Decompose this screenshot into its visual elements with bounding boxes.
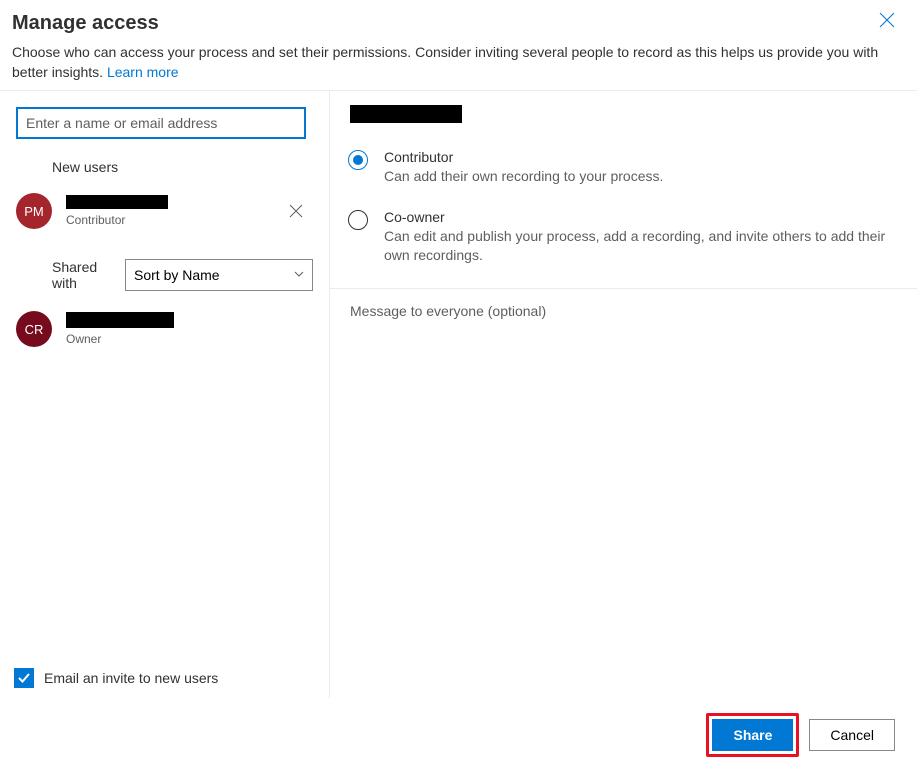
user-name-redacted <box>66 195 168 209</box>
shared-with-row: Shared with Sort by Name <box>52 259 313 291</box>
avatar: PM <box>16 193 52 229</box>
dialog-header: Manage access Choose who can access your… <box>0 0 917 90</box>
role-desc: Can edit and publish your process, add a… <box>384 227 899 266</box>
user-role: Contributor <box>66 213 289 227</box>
shared-user-row: CR Owner <box>16 305 313 353</box>
role-title: Contributor <box>384 149 663 165</box>
user-search-input[interactable] <box>16 107 306 139</box>
user-name-redacted <box>66 312 174 328</box>
close-icon[interactable] <box>879 12 895 28</box>
user-info: Owner <box>66 312 313 346</box>
remove-user-icon[interactable] <box>289 204 303 218</box>
left-panel: New users PM Contributor Shared with Sor… <box>0 91 330 698</box>
share-button-highlight: Share <box>706 713 799 757</box>
role-title: Co-owner <box>384 209 899 225</box>
shared-with-label: Shared with <box>52 259 115 291</box>
new-user-row: PM Contributor <box>16 187 313 235</box>
share-button[interactable]: Share <box>712 719 793 751</box>
role-option-contributor[interactable]: Contributor Can add their own recording … <box>348 149 899 187</box>
email-invite-checkbox[interactable] <box>14 668 34 688</box>
message-label[interactable]: Message to everyone (optional) <box>350 303 899 319</box>
radio-contributor[interactable] <box>348 150 368 170</box>
dialog-content: New users PM Contributor Shared with Sor… <box>0 90 917 698</box>
dialog-description: Choose who can access your process and s… <box>12 43 901 82</box>
new-users-label: New users <box>52 159 313 175</box>
right-panel: Contributor Can add their own recording … <box>330 91 917 698</box>
user-role: Owner <box>66 332 313 346</box>
radio-coowner[interactable] <box>348 210 368 230</box>
role-desc: Can add their own recording to your proc… <box>384 167 663 187</box>
dialog-title: Manage access <box>12 12 901 35</box>
role-option-coowner[interactable]: Co-owner Can edit and publish your proce… <box>348 209 899 266</box>
dialog-footer: Share Cancel <box>706 713 895 757</box>
selected-user-name-redacted <box>350 105 462 123</box>
learn-more-link[interactable]: Learn more <box>107 64 179 80</box>
user-info: Contributor <box>66 195 289 227</box>
email-invite-label: Email an invite to new users <box>44 670 218 686</box>
avatar: CR <box>16 311 52 347</box>
email-invite-row: Email an invite to new users <box>14 668 218 688</box>
divider <box>330 288 917 289</box>
sort-dropdown[interactable]: Sort by Name <box>125 259 313 291</box>
cancel-button[interactable]: Cancel <box>809 719 895 751</box>
